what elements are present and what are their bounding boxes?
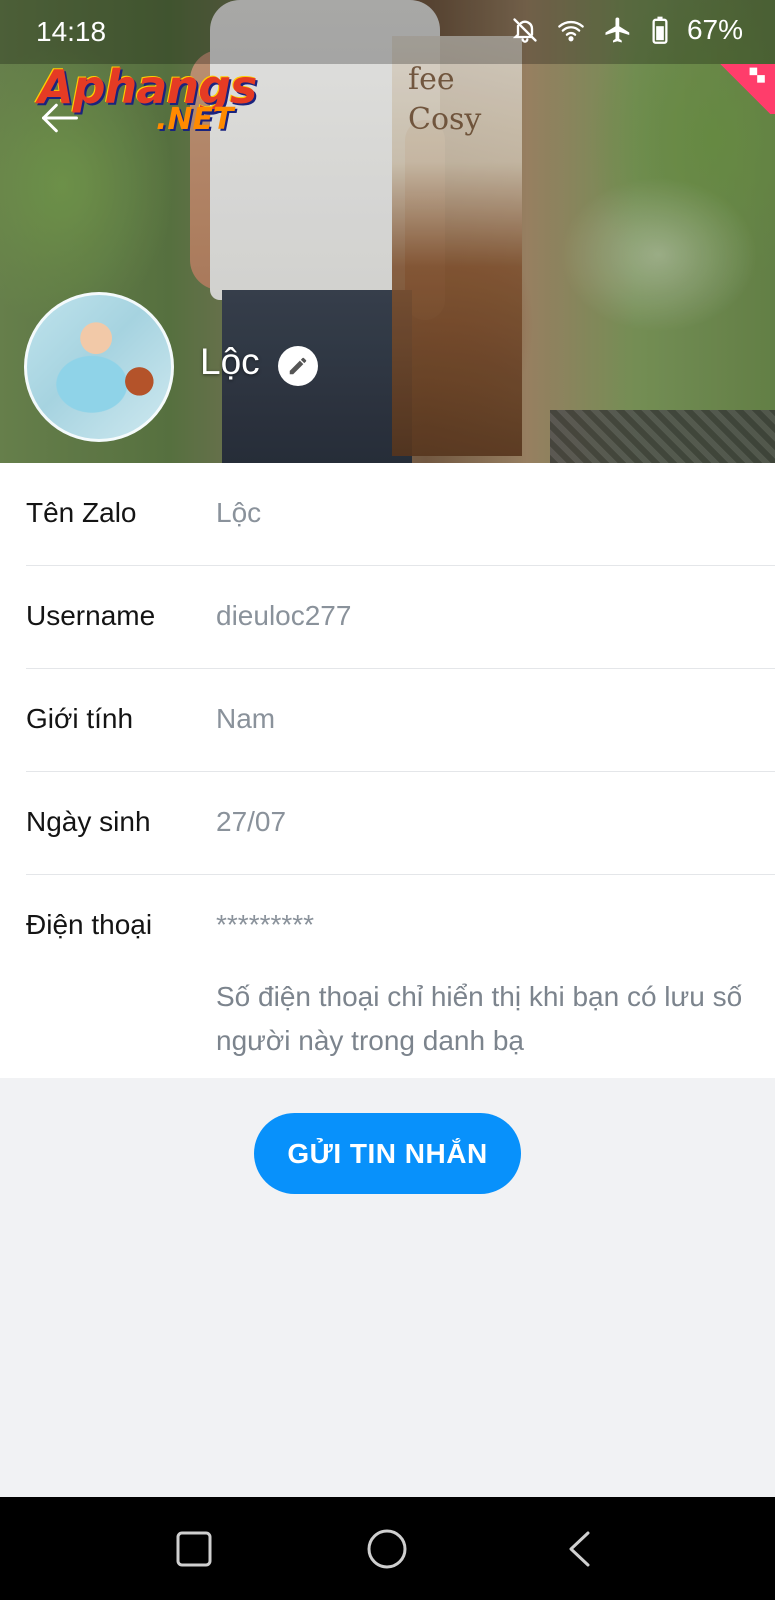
back-button[interactable]: [38, 96, 82, 140]
pencil-icon: [289, 357, 307, 375]
home-button[interactable]: [361, 1523, 413, 1575]
chevron-left-icon: [569, 1531, 590, 1567]
info-value: Nam: [216, 703, 276, 734]
recent-apps-button[interactable]: [168, 1523, 220, 1575]
info-row-gender: Giới tính Nam: [26, 669, 775, 772]
avatar[interactable]: [24, 292, 174, 442]
system-back-button[interactable]: [555, 1523, 607, 1575]
info-label: Ngày sinh: [26, 806, 151, 837]
edit-name-button[interactable]: [278, 346, 318, 386]
airplane-icon: [603, 15, 633, 45]
status-time: 14:18: [36, 16, 107, 47]
send-message-button[interactable]: GỬI TIN NHẮN: [254, 1113, 521, 1194]
arrow-left-icon: [42, 103, 78, 133]
watermark-sub: .NET: [156, 102, 234, 137]
info-row-zalo-name: Tên Zalo Lộc: [26, 463, 775, 566]
status-icons: 67%: [511, 14, 743, 46]
corner-badge[interactable]: ◆◆: [715, 60, 775, 114]
info-value: Lộc: [216, 497, 262, 528]
bell-off-icon: [511, 16, 539, 44]
info-value: 27/07: [216, 806, 287, 837]
info-label: Username: [26, 600, 156, 631]
diamond-icon: ◆◆: [745, 60, 772, 88]
info-row-phone: Điện thoại *********: [26, 875, 775, 978]
info-label: Giới tính: [26, 703, 134, 734]
profile-name: Lộc: [200, 341, 260, 382]
info-value: dieuloc277: [216, 600, 352, 631]
status-bar: 14:18 67%: [0, 0, 775, 64]
info-row-username: Username dieuloc277: [26, 566, 775, 669]
phone-visibility-note: Số điện thoại chỉ hiển thị khi bạn có lư…: [216, 981, 743, 1056]
square-icon: [176, 1531, 212, 1567]
info-row-birthday: Ngày sinh 27/07: [26, 772, 775, 875]
circle-icon: [367, 1529, 407, 1569]
wifi-icon: [557, 16, 585, 44]
info-value: *********: [216, 909, 315, 940]
system-nav-bar: [0, 1497, 775, 1600]
battery-percentage: 67%: [686, 14, 743, 45]
info-label: Tên Zalo: [26, 497, 137, 528]
profile-info: Tên Zalo Lộc Username dieuloc277 Giới tí…: [0, 463, 775, 1078]
info-label: Điện thoại: [26, 909, 153, 940]
battery-icon: [651, 16, 669, 44]
